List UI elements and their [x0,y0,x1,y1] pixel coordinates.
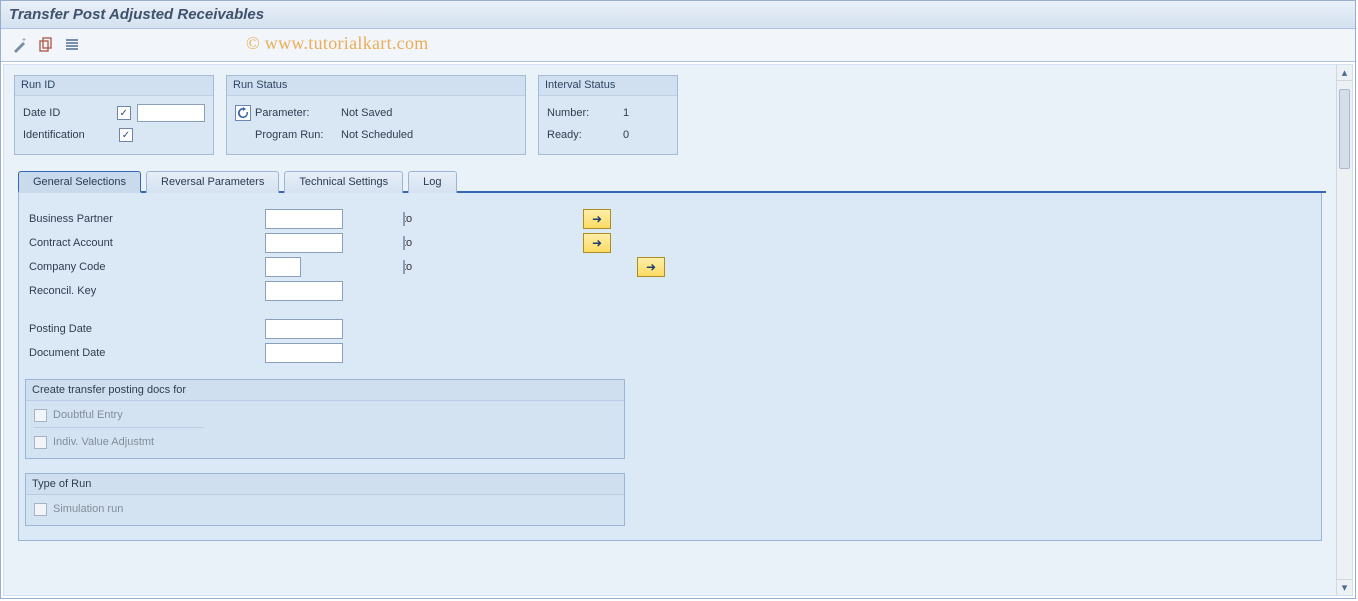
groupbox-run-status-title: Run Status [227,76,525,96]
interval-number-value: 1 [623,107,663,119]
indiv-value-adjust-label: Indiv. Value Adjustmt [53,436,154,448]
business-partner-multiple-button[interactable]: ➜ [583,209,611,229]
business-partner-to-input[interactable] [403,212,405,226]
interval-ready-value: 0 [623,129,663,141]
business-partner-to-label: to [343,213,403,225]
toolbar [1,29,1355,62]
page-title: Transfer Post Adjusted Receivables [9,6,264,23]
groupbox-type-of-run: Type of Run Simulation run [25,473,625,526]
reconcil-key-label: Reconcil. Key [25,285,265,297]
tabstrip: General Selections Reversal Parameters T… [18,171,1326,193]
company-code-to-label: to [301,261,403,273]
arrow-right-icon: ➜ [646,261,656,273]
tab-log[interactable]: Log [408,171,456,193]
contract-account-multiple-button[interactable]: ➜ [583,233,611,253]
interval-number-label: Number: [547,107,617,119]
scroll-down-icon[interactable]: ▾ [1337,579,1352,595]
groupbox-run-id: Run ID Date ID ✓ Identification ✓ [14,75,214,155]
program-run-value: Not Scheduled [341,129,461,141]
arrow-right-icon: ➜ [592,213,602,225]
doubtful-entry-label: Doubtful Entry [53,409,123,421]
posting-date-input[interactable] [265,319,343,339]
simulation-run-label: Simulation run [53,503,123,515]
contract-account-from-input[interactable] [265,233,343,253]
business-partner-label: Business Partner [25,213,265,225]
vertical-scrollbar[interactable]: ▴ ▾ [1336,65,1352,595]
scroll-up-icon[interactable]: ▴ [1337,65,1352,81]
identification-label: Identification [23,129,113,141]
program-run-label: Program Run: [255,129,323,141]
scroll-thumb[interactable] [1339,89,1350,169]
document-date-label: Document Date [25,347,265,359]
company-code-to-input[interactable] [403,260,405,274]
titlebar: Transfer Post Adjusted Receivables [1,1,1355,29]
parameter-label: Parameter: [255,107,309,119]
wand-icon[interactable] [11,36,29,54]
tab-panel-general-selections: Business Partner to ➜ Contract Account t… [18,193,1322,541]
reconcil-key-input[interactable] [265,281,343,301]
identification-checkbox[interactable]: ✓ [119,128,133,142]
date-id-input[interactable] [137,104,205,122]
groupbox-create-transfer-docs-title: Create transfer posting docs for [26,380,624,401]
company-code-from-input[interactable] [265,257,301,277]
list-icon[interactable] [63,36,81,54]
date-id-label: Date ID [23,107,111,119]
indiv-value-adjust-checkbox[interactable] [34,436,47,449]
tab-technical-settings[interactable]: Technical Settings [284,171,403,193]
tab-general-selections[interactable]: General Selections [18,171,141,193]
app-window: Transfer Post Adjusted Receivables © www… [0,0,1356,599]
business-partner-from-input[interactable] [265,209,343,229]
company-code-multiple-button[interactable]: ➜ [637,257,665,277]
groupbox-create-transfer-docs: Create transfer posting docs for Doubtfu… [25,379,625,459]
groupbox-run-id-title: Run ID [15,76,213,96]
groupbox-interval-status: Interval Status Number: 1 Ready: 0 [538,75,678,155]
contract-account-to-label: to [343,237,403,249]
contract-account-to-input[interactable] [403,236,405,250]
parameter-value: Not Saved [341,107,461,119]
tab-reversal-parameters[interactable]: Reversal Parameters [146,171,279,193]
groupbox-run-status: Run Status Parameter: Not Saved [226,75,526,155]
contract-account-label: Contract Account [25,237,265,249]
doubtful-entry-checkbox[interactable] [34,409,47,422]
body-area: Run ID Date ID ✓ Identification ✓ [3,64,1353,596]
content: Run ID Date ID ✓ Identification ✓ [4,65,1336,595]
company-code-label: Company Code [25,261,265,273]
interval-ready-label: Ready: [547,129,617,141]
arrow-right-icon: ➜ [592,237,602,249]
date-id-checkbox[interactable]: ✓ [117,106,131,120]
document-date-input[interactable] [265,343,343,363]
top-groupboxes-row: Run ID Date ID ✓ Identification ✓ [14,75,1326,155]
groupbox-type-of-run-title: Type of Run [26,474,624,495]
groupbox-interval-status-title: Interval Status [539,76,677,96]
divider [34,427,204,428]
simulation-run-checkbox[interactable] [34,503,47,516]
status-refresh-icon[interactable] [235,105,251,121]
copy-icon[interactable] [37,36,55,54]
posting-date-label: Posting Date [25,323,265,335]
